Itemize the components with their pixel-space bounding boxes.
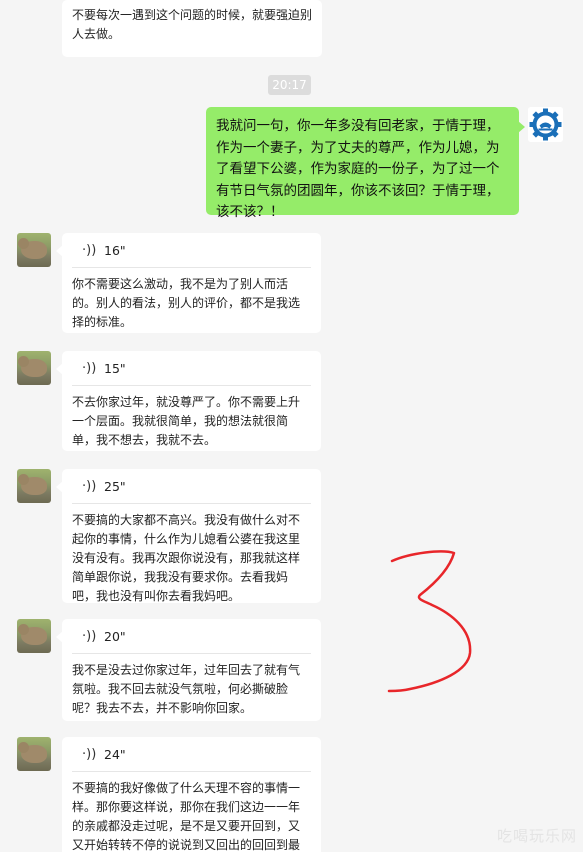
message-bubble-top[interactable]: 不要每次一遇到这个问题的时候，就要强迫别人去做。: [62, 0, 322, 57]
watermark: 吃喝玩乐网: [496, 827, 577, 845]
voice-wave-icon: ·)): [82, 746, 97, 762]
voice-header[interactable]: ·)) 15": [72, 351, 311, 386]
voice-message[interactable]: ·)) 16" 你不需要这么激动，我不是为了别人而活的。别人的看法，别人的评价，…: [56, 233, 321, 333]
voice-duration: 25": [104, 478, 126, 494]
voice-duration: 16": [104, 242, 126, 258]
bear-photo-avatar: [18, 356, 47, 377]
voice-transcript: 我不是没去过你家过年，过年回去了就有气氛啦。我不回去就没气氛啦，何必撕破脸呢？我…: [72, 663, 301, 715]
voice-wave-icon: ·)): [82, 242, 97, 258]
contact-avatar[interactable]: [17, 469, 51, 503]
voice-duration: 20": [104, 628, 126, 644]
bear-photo-avatar: [18, 624, 47, 645]
voice-transcript: 不要搞的我好像做了什么天理不容的事情一样。那你要这样说，那你在我们这边一一年的亲…: [72, 781, 301, 852]
my-avatar[interactable]: [528, 107, 563, 142]
voice-message[interactable]: ·)) 20" 我不是没去过你家过年，过年回去了就有气氛啦。我不回去就没气氛啦，…: [56, 619, 321, 721]
bear-photo-avatar: [18, 238, 47, 259]
voice-wave-icon: ·)): [82, 478, 97, 494]
my-message-text: 我就问一句，你一年多没有回老家，于情于理，作为一个妻子，为了丈夫的尊严，作为儿媳…: [216, 118, 500, 220]
annotation-three-mark: [387, 550, 472, 693]
voice-header[interactable]: ·)) 20": [72, 619, 311, 654]
voice-duration: 24": [104, 746, 126, 762]
voice-header[interactable]: ·)) 25": [72, 469, 311, 504]
voice-duration: 15": [104, 360, 126, 376]
voice-header[interactable]: ·)) 16": [72, 233, 311, 268]
my-message-bubble[interactable]: 我就问一句，你一年多没有回老家，于情于理，作为一个妻子，为了丈夫的尊严，作为儿媳…: [206, 107, 525, 220]
contact-avatar[interactable]: [17, 737, 51, 771]
timestamp: 20:17: [268, 75, 311, 95]
contact-avatar[interactable]: [17, 233, 51, 267]
voice-transcript: 不要搞的大家都不高兴。我没有做什么对不起你的事情，什么作为儿媳看公婆在我这里没有…: [72, 513, 301, 603]
contact-avatar[interactable]: [17, 619, 51, 653]
voice-message[interactable]: ·)) 25" 不要搞的大家都不高兴。我没有做什么对不起你的事情，什么作为儿媳看…: [56, 469, 321, 603]
voice-message[interactable]: ·)) 15" 不去你家过年，就没尊严了。你不需要上升一个层面。我就很简单，我的…: [56, 351, 321, 451]
bear-photo-avatar: [18, 474, 47, 495]
gear-avatar-icon: [528, 107, 563, 142]
voice-header[interactable]: ·)) 24": [72, 737, 311, 772]
bear-photo-avatar: [18, 742, 47, 763]
voice-message[interactable]: ·)) 24" 不要搞的我好像做了什么天理不容的事情一样。那你要这样说，那你在我…: [62, 737, 321, 852]
message-text: 不要每次一遇到这个问题的时候，就要强迫别人去做。: [72, 8, 313, 41]
voice-wave-icon: ·)): [82, 628, 97, 644]
contact-avatar[interactable]: [17, 351, 51, 385]
voice-transcript: 不去你家过年，就没尊严了。你不需要上升一个层面。我就很简单，我的想法就很简单，我…: [72, 395, 301, 447]
voice-transcript: 你不需要这么激动，我不是为了别人而活的。别人的看法，别人的评价，都不是我选择的标…: [72, 277, 301, 329]
voice-wave-icon: ·)): [82, 360, 97, 376]
